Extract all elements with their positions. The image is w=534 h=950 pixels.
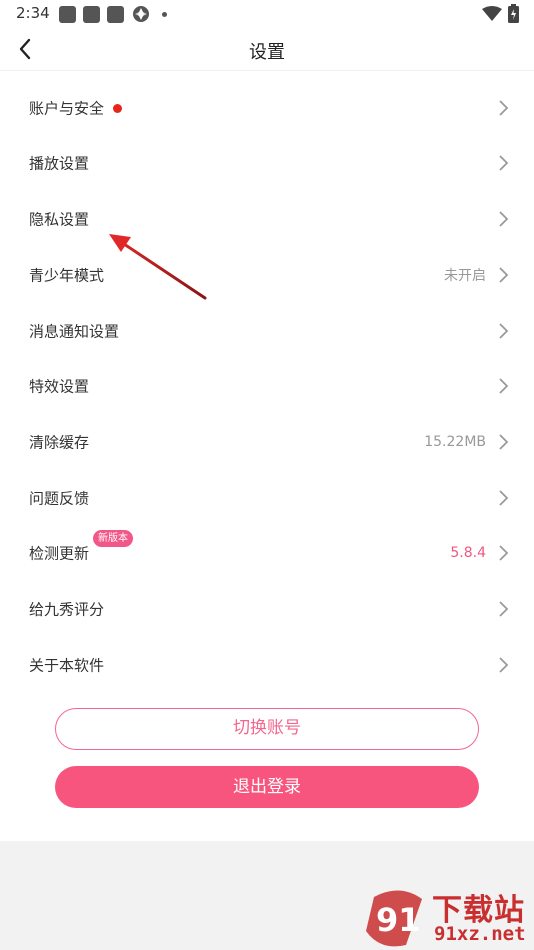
item-value: 未开启 (444, 267, 486, 284)
chevron-right-icon (499, 266, 509, 283)
settings-item-account-security[interactable]: 账户与安全 (0, 80, 534, 135)
watermark-domain: 91xz.net (434, 923, 526, 945)
settings-item-feedback[interactable]: 问题反馈 (0, 470, 534, 525)
settings-item-rate-app[interactable]: 给九秀评分 (0, 581, 534, 636)
item-label: 给九秀评分 (29, 600, 105, 618)
item-value: 15.22MB (424, 433, 486, 450)
svg-text:91: 91 (376, 901, 421, 939)
chevron-right-icon (499, 544, 509, 561)
switch-account-button[interactable]: 切换账号 (55, 708, 479, 750)
item-label: 账户与安全 (29, 99, 105, 117)
notification-icon (107, 6, 124, 23)
settings-item-teen-mode[interactable]: 青少年模式 未开启 (0, 247, 534, 302)
item-label: 青少年模式 (29, 266, 105, 284)
item-label: 特效设置 (29, 377, 90, 395)
chevron-right-icon (499, 600, 509, 617)
item-label: 问题反馈 (29, 489, 90, 507)
settings-item-effects[interactable]: 特效设置 (0, 358, 534, 413)
settings-item-playback[interactable]: 播放设置 (0, 135, 534, 190)
logout-button[interactable]: 退出登录 (55, 766, 479, 808)
chevron-right-icon (499, 489, 509, 506)
watermark: 91 下载站 91xz.net (360, 885, 534, 950)
settings-content: 账户与安全 播放设置 隐私设置 青少年模式 未开启 消息通知设置 特效设置 清除… (0, 71, 534, 841)
status-time: 2:34 (16, 4, 50, 22)
item-label: 消息通知设置 (29, 322, 120, 340)
chevron-right-icon (499, 322, 509, 339)
page-title: 设置 (249, 42, 285, 63)
item-label: 播放设置 (29, 154, 90, 172)
app-notification-icon (133, 6, 149, 22)
wifi-icon (482, 6, 502, 21)
chevron-right-icon (499, 99, 509, 116)
notification-icon (59, 6, 76, 23)
notification-icon (83, 6, 100, 23)
item-value: 5.8.4 (450, 544, 486, 561)
settings-item-clear-cache[interactable]: 清除缓存 15.22MB (0, 414, 534, 469)
item-label: 隐私设置 (29, 210, 90, 228)
settings-item-check-update[interactable]: 检测更新 新版本 5.8.4 (0, 525, 534, 580)
settings-item-notifications[interactable]: 消息通知设置 (0, 303, 534, 358)
status-bar: 2:34 (0, 0, 534, 28)
settings-item-about[interactable]: 关于本软件 (0, 637, 534, 692)
item-label: 关于本软件 (29, 656, 105, 674)
settings-item-privacy[interactable]: 隐私设置 (0, 191, 534, 246)
chevron-right-icon (499, 433, 509, 450)
battery-icon (508, 4, 519, 23)
more-notifications-icon (162, 12, 167, 17)
red-dot-indicator (113, 103, 122, 113)
chevron-right-icon (499, 377, 509, 394)
chevron-right-icon (499, 656, 509, 673)
app-header: 设置 (0, 28, 534, 71)
chevron-right-icon (499, 154, 509, 171)
chevron-right-icon (499, 210, 509, 227)
item-label: 清除缓存 (29, 433, 90, 451)
new-version-badge: 新版本 (93, 530, 133, 547)
watermark-logo: 91 (366, 890, 422, 947)
item-label: 检测更新 (29, 544, 90, 562)
